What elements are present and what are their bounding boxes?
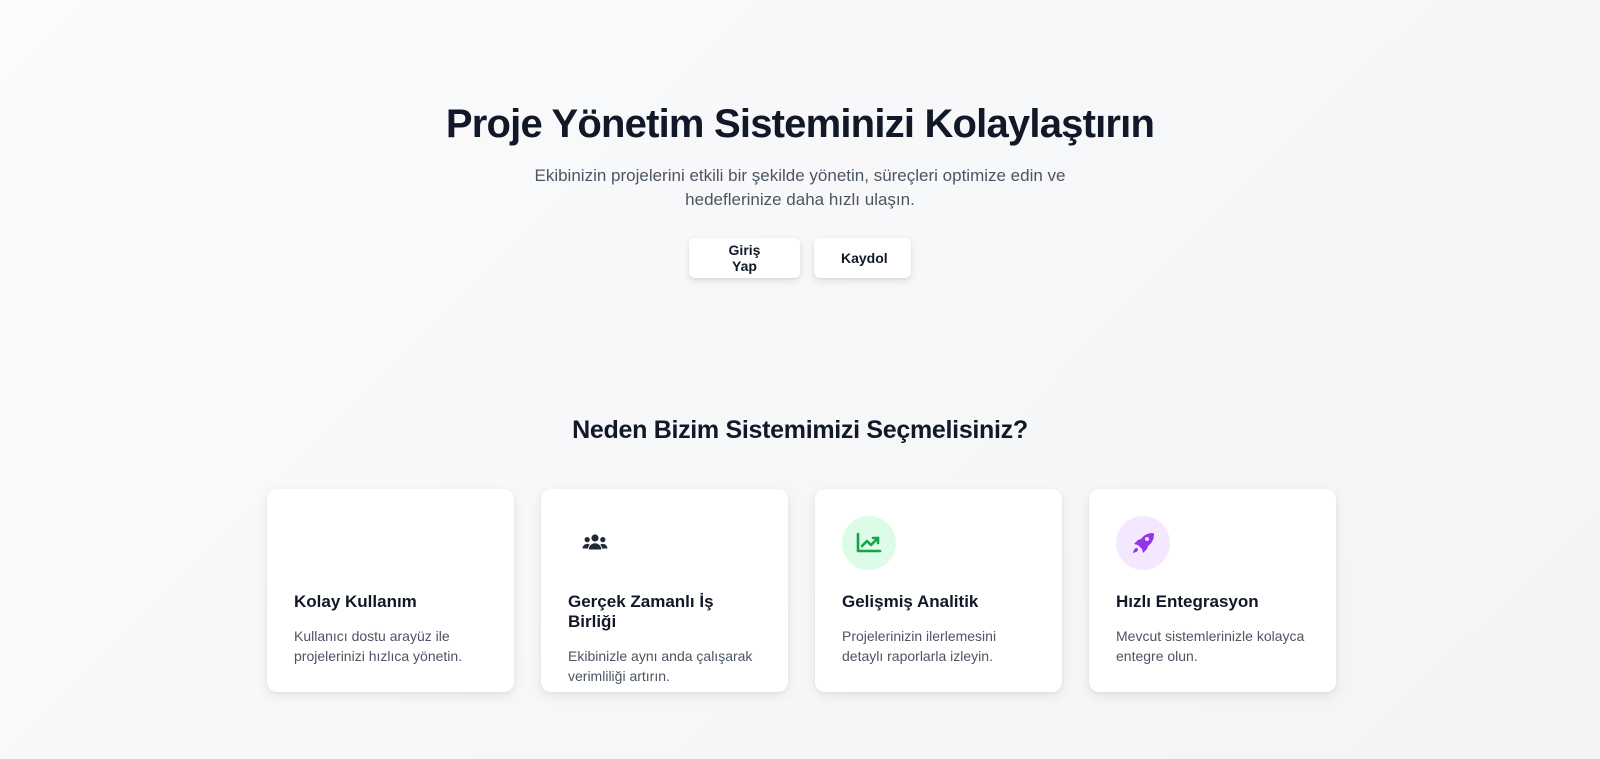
hero-buttons: Giriş Yap Kaydol bbox=[0, 238, 1600, 278]
feature-card-integration: Hızlı Entegrasyon Mevcut sistemlerinizle… bbox=[1089, 489, 1336, 692]
hero-section: Proje Yönetim Sisteminizi Kolaylaştırın … bbox=[0, 98, 1600, 278]
feature-card-easy-use: Kolay Kullanım Kullanıcı dostu arayüz il… bbox=[267, 489, 514, 692]
feature-card-description: Projelerinizin ilerlemesini detaylı rapo… bbox=[842, 628, 997, 664]
features-title: Neden Bizim Sistemimizi Seçmelisiniz? bbox=[572, 416, 1028, 444]
hero-subtitle: Ekibinizin projelerini etkili bir şekild… bbox=[534, 166, 1066, 209]
chart-line-icon bbox=[842, 516, 896, 570]
signup-button[interactable]: Kaydol bbox=[814, 238, 911, 278]
hero-title: Proje Yönetim Sisteminizi Kolaylaştırın bbox=[445, 102, 1155, 146]
feature-card-description: Ekibinizle aynı anda çalışarak verimlili… bbox=[568, 648, 753, 684]
feature-card-title: Hızlı Entegrasyon bbox=[1116, 592, 1259, 611]
feature-card-collaboration: Gerçek Zamanlı İş Birliği Ekibinizle ayn… bbox=[541, 489, 788, 692]
users-icon bbox=[568, 516, 622, 570]
feature-card-title: Gerçek Zamanlı İş Birliği bbox=[568, 592, 714, 631]
feature-card-title: Gelişmiş Analitik bbox=[842, 592, 979, 611]
rocket-icon bbox=[1116, 516, 1170, 570]
feature-card-description: Kullanıcı dostu arayüz ile projelerinizi… bbox=[294, 628, 463, 664]
feature-card-description: Mevcut sistemlerinizle kolayca entegre o… bbox=[1116, 628, 1305, 664]
feature-card-analytics: Gelişmiş Analitik Projelerinizin ilerlem… bbox=[815, 489, 1062, 692]
blank-icon bbox=[294, 516, 348, 570]
login-button[interactable]: Giriş Yap bbox=[689, 238, 800, 278]
feature-cards: Kolay Kullanım Kullanıcı dostu arayüz il… bbox=[267, 489, 1336, 692]
feature-card-title: Kolay Kullanım bbox=[294, 592, 417, 611]
